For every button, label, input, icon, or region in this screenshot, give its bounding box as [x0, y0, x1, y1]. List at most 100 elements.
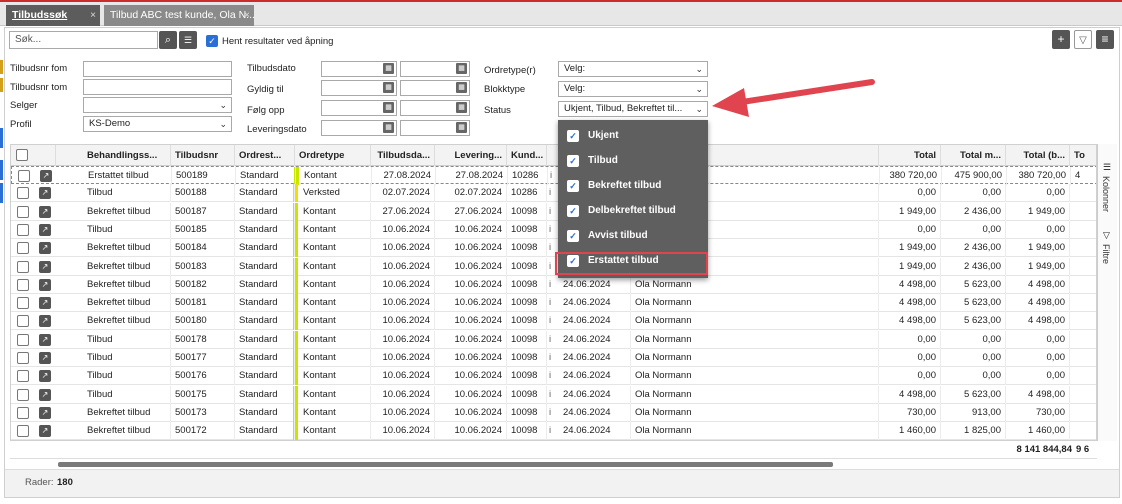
table-row[interactable]: ↗ i Tilbud 500177 Standard Kontant 10.06.2024 1…: [11, 349, 1096, 367]
search-button[interactable]: ⌕: [159, 31, 177, 49]
col-to[interactable]: To: [1070, 145, 1096, 166]
row-checkbox[interactable]: [17, 187, 29, 200]
status-option-tilbud[interactable]: ✓ Tilbud: [558, 150, 708, 172]
open-link-icon[interactable]: ↗: [39, 425, 51, 438]
row-checkbox[interactable]: [17, 370, 29, 383]
table-row[interactable]: ↗ i Tilbud 500175 Standard Kontant 10.06.2024 1…: [11, 385, 1096, 404]
row-checkbox[interactable]: [17, 406, 29, 419]
table-row[interactable]: ↗ i Bekreftet tilbud 500184 Standard Kontant 1…: [11, 239, 1096, 258]
profil-select[interactable]: KS-Demo ⌄: [83, 116, 232, 132]
col-tilbudsnr[interactable]: Tilbudsnr: [171, 145, 235, 166]
col-ordrestatus[interactable]: Ordrest...: [235, 145, 295, 166]
table-row[interactable]: ↗ i Tilbud 500178 Standard Kontant 10.06.2024 1…: [11, 330, 1096, 349]
open-link-icon[interactable]: ↗: [39, 333, 51, 346]
tilbudsnr-fom-input[interactable]: [83, 61, 232, 77]
row-checkbox[interactable]: [18, 170, 30, 182]
row-checkbox[interactable]: [17, 388, 29, 401]
info-icon[interactable]: i: [547, 294, 559, 312]
status-option-bekreftet[interactable]: ✓ Bekreftet tilbud: [558, 175, 708, 197]
row-checkbox[interactable]: [17, 333, 29, 346]
kolonner-tab[interactable]: Kolonner: [1101, 176, 1111, 212]
search-input[interactable]: Søk...: [9, 31, 158, 49]
tab-tilbudssok[interactable]: Tilbudssøk ×: [6, 5, 100, 26]
status-option-avvist[interactable]: ✓ Avvist tilbud: [558, 225, 708, 247]
col-total-mva[interactable]: Total m...: [941, 145, 1006, 166]
table-row[interactable]: ↗ i Bekreftet tilbud 500183 Standard Kontant 1…: [11, 257, 1096, 276]
table-row[interactable]: ↗ i Bekreftet tilbud 500182 Standard Kontant 1…: [11, 275, 1096, 294]
open-link-icon[interactable]: ↗: [40, 170, 52, 182]
table-row[interactable]: ↗ i Tilbud 500188 Standard Verksted 02.07.2024…: [11, 184, 1096, 203]
folg-opp-from-input[interactable]: ▦: [321, 100, 397, 116]
table-row[interactable]: ↗ i Tilbud 500176 Standard Kontant 10.06.2024 1…: [11, 367, 1096, 386]
open-link-icon[interactable]: ↗: [39, 187, 51, 200]
table-row[interactable]: ↗ i Tilbud 500185 Standard Kontant 10.06.2024 1…: [11, 220, 1096, 239]
filtre-tab[interactable]: Filtre: [1101, 244, 1111, 264]
status-option-delbekreftet[interactable]: ✓ Delbekreftet tilbud: [558, 200, 708, 222]
info-icon[interactable]: i: [547, 349, 559, 367]
filter-list-button[interactable]: ☰: [179, 31, 197, 49]
ordretype-select[interactable]: Velg: ⌄: [558, 61, 708, 77]
open-link-icon[interactable]: ↗: [39, 242, 51, 255]
calendar-icon[interactable]: ▦: [383, 63, 394, 74]
open-link-icon[interactable]: ↗: [39, 388, 51, 401]
open-link-icon[interactable]: ↗: [39, 205, 51, 218]
info-icon[interactable]: i: [547, 404, 559, 422]
folg-opp-to-input[interactable]: ▦: [400, 100, 470, 116]
add-button[interactable]: +: [1052, 30, 1070, 49]
table-row[interactable]: ↗ i Bekreftet tilbud 500181 Standard Kontant 1…: [11, 294, 1096, 313]
gyldig-til-to-input[interactable]: ▦: [400, 80, 470, 96]
calendar-icon[interactable]: ▦: [456, 122, 467, 133]
col-kunde[interactable]: Kund...: [507, 145, 547, 166]
fetch-on-open-checkbox[interactable]: ✓: [206, 35, 218, 47]
open-link-icon[interactable]: ↗: [39, 315, 51, 328]
menu-button[interactable]: ≡: [1096, 30, 1114, 49]
open-link-icon[interactable]: ↗: [39, 260, 51, 273]
table-row[interactable]: ↗ i Bekreftet tilbud 500187 Standard Kontant 2…: [11, 202, 1096, 221]
tilbudsnr-tom-input[interactable]: [83, 79, 232, 95]
row-checkbox[interactable]: [17, 352, 29, 364]
open-link-icon[interactable]: ↗: [39, 223, 51, 236]
row-checkbox[interactable]: [17, 223, 29, 236]
row-checkbox[interactable]: [17, 425, 29, 438]
open-link-icon[interactable]: ↗: [39, 297, 51, 310]
row-checkbox[interactable]: [17, 242, 29, 255]
info-icon[interactable]: i: [547, 386, 559, 404]
info-icon[interactable]: i: [547, 422, 559, 440]
col-tilbudsdato[interactable]: Tilbudsda...: [371, 145, 435, 166]
tilbudsdato-from-input[interactable]: ▦: [321, 61, 397, 77]
row-checkbox[interactable]: [17, 205, 29, 218]
calendar-icon[interactable]: ▦: [456, 102, 467, 113]
calendar-icon[interactable]: ▦: [383, 102, 394, 113]
info-icon[interactable]: i: [547, 276, 559, 294]
tilbudsdato-to-input[interactable]: ▦: [400, 61, 470, 77]
blokktype-select[interactable]: Velg: ⌄: [558, 81, 708, 97]
table-row[interactable]: ↗ i Bekreftet tilbud 500173 Standard Kontant 1…: [11, 403, 1096, 422]
calendar-icon[interactable]: ▦: [383, 82, 394, 93]
row-checkbox[interactable]: [17, 260, 29, 273]
open-link-icon[interactable]: ↗: [39, 352, 51, 364]
open-link-icon[interactable]: ↗: [39, 278, 51, 291]
row-checkbox[interactable]: [17, 278, 29, 291]
table-row[interactable]: ↗ i Bekreftet tilbud 500172 Standard Kontant 1…: [11, 422, 1096, 440]
close-icon[interactable]: ×: [90, 5, 96, 26]
table-row[interactable]: ↗ i Bekreftet tilbud 500180 Standard Kontant 1…: [11, 312, 1096, 331]
calendar-icon[interactable]: ▦: [456, 82, 467, 93]
info-icon[interactable]: i: [547, 367, 559, 385]
filter-button[interactable]: ▽: [1074, 30, 1092, 49]
selger-select[interactable]: ⌄: [83, 97, 232, 113]
info-icon[interactable]: i: [547, 331, 559, 349]
table-row[interactable]: ↗ i Erstattet tilbud 500189 Standard Kontant 2…: [11, 166, 1096, 185]
calendar-icon[interactable]: ▦: [383, 122, 394, 133]
col-behandlingsstatus[interactable]: Behandlingss...: [83, 145, 171, 166]
gyldig-til-from-input[interactable]: ▦: [321, 80, 397, 96]
open-link-icon[interactable]: ↗: [39, 370, 51, 383]
col-ordretype[interactable]: Ordretype: [295, 145, 371, 166]
leveringsdato-from-input[interactable]: ▦: [321, 120, 397, 136]
row-checkbox[interactable]: [17, 297, 29, 310]
open-link-icon[interactable]: ↗: [39, 406, 51, 419]
status-select[interactable]: Ukjent, Tilbud, Bekreftet til... ⌄: [558, 101, 708, 117]
leveringsdato-to-input[interactable]: ▦: [400, 120, 470, 136]
col-total-b[interactable]: Total (b...: [1006, 145, 1070, 166]
row-checkbox[interactable]: [17, 315, 29, 328]
select-all-checkbox[interactable]: [16, 149, 28, 161]
